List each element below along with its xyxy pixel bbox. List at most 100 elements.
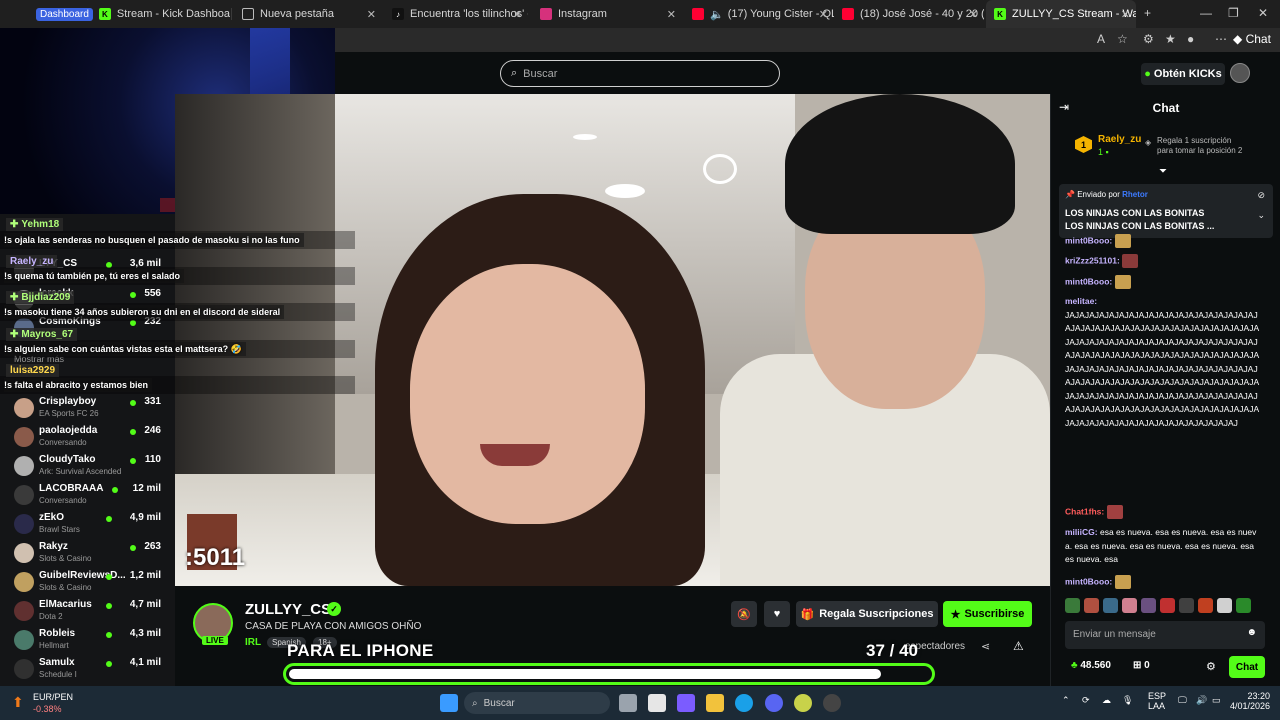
sidebar-channel[interactable]: LACOBRAAA Conversando 12 mil	[0, 481, 175, 510]
taskbar: ⬆ EUR/PEN -0.38% ⌕ Buscar ⌃ ⟳ ☁ 🎙 ESP LAA …	[0, 686, 1280, 720]
emote-icon[interactable]	[1179, 598, 1194, 613]
clock[interactable]: 23:20 4/01/2026	[1228, 691, 1270, 711]
live-dot-icon	[105, 603, 112, 609]
volume-icon[interactable]: 🔊	[1196, 695, 1207, 706]
channel-category: EA Sports FC 26	[39, 409, 99, 418]
battery-icon[interactable]: ▭	[1212, 695, 1221, 706]
emote-icon[interactable]	[1236, 598, 1251, 613]
chat-username[interactable]: mint0Booo:	[1065, 276, 1112, 286]
favorite-star-icon[interactable]: ☆	[1117, 32, 1128, 46]
search-input[interactable]: ⌕ Buscar	[500, 60, 780, 87]
user-avatar[interactable]	[1230, 63, 1250, 83]
channel-name: LACOBRAAA	[39, 483, 104, 494]
extensions-icon[interactable]: ⚙	[1143, 32, 1154, 46]
top-gifter-name[interactable]: Raely_zu	[1098, 134, 1141, 145]
settings-icon[interactable]: ⚙	[1206, 660, 1216, 673]
obten-kicks-button[interactable]: ● Obtén KICKs	[1141, 63, 1225, 85]
chat-message-input[interactable]: Enviar un mensaje ☻	[1065, 621, 1265, 649]
emote-icon[interactable]	[1103, 598, 1118, 613]
emote-icon[interactable]	[1065, 598, 1080, 613]
sidebar-channel[interactable]: Samulx Schedule I 4,1 mil	[0, 655, 175, 684]
file-explorer-icon[interactable]	[706, 694, 724, 712]
close-icon[interactable]: ✕	[819, 8, 828, 21]
new-tab-icon[interactable]: +	[1144, 6, 1151, 20]
chat-username[interactable]: mint0Booo:	[1065, 576, 1112, 586]
sidebar-channel[interactable]: CloudyTako Ark: Survival Ascended 110	[0, 452, 175, 481]
sync-icon[interactable]: ⟳	[1082, 695, 1090, 706]
store-icon[interactable]	[648, 694, 666, 712]
favorites-icon[interactable]: ★	[1165, 32, 1176, 46]
hide-pin-icon[interactable]: ⊘	[1257, 190, 1265, 201]
notifications-off-button[interactable]: 🔕	[731, 601, 757, 627]
tray-chevron-icon[interactable]: ⌃	[1062, 695, 1070, 706]
sidebar-channel[interactable]: GuibelReviewsD... Slots & Casino 1,2 mil	[0, 568, 175, 597]
chat-username[interactable]: kriZzz251101:	[1065, 255, 1120, 265]
close-icon[interactable]: ✕	[513, 8, 522, 21]
window-close-icon[interactable]: ✕	[1258, 6, 1268, 20]
profile-icon[interactable]: ●	[1187, 32, 1194, 46]
filter-icon[interactable]: ⏷	[1159, 166, 1167, 177]
pinned-message[interactable]: 📌 Enviado por Rhetor LOS NINJAS CON LAS …	[1059, 184, 1273, 238]
minimize-icon[interactable]: —	[1200, 6, 1212, 20]
sidebar-channel[interactable]: Robleis Hellmart 4,3 mil	[0, 626, 175, 655]
share-icon[interactable]: ⋖	[981, 640, 990, 653]
language-indicator[interactable]: ESP LAA	[1148, 691, 1166, 711]
ticker-symbol[interactable]: EUR/PEN	[33, 692, 73, 702]
emote-icon[interactable]	[1198, 598, 1213, 613]
tab-youtube-jose-jose[interactable]: (18) José José - 40 y 20 (Video ✕	[834, 0, 984, 28]
streamer-name[interactable]: ZULLYY_CS	[245, 601, 331, 618]
maximize-icon[interactable]: ❐	[1228, 6, 1239, 20]
send-chat-button[interactable]: Chat	[1229, 656, 1265, 678]
network-icon[interactable]: 🖵	[1178, 695, 1187, 706]
chat-username[interactable]: miliiCG:	[1065, 527, 1098, 537]
tab-tiktok[interactable]: ♪ Encuentra 'los tilinchos' en TikTo ✕	[384, 0, 528, 28]
emote-icon[interactable]	[1141, 598, 1156, 613]
gift-subs-button[interactable]: 🎁 Regala Suscripciones	[796, 601, 938, 627]
follow-button[interactable]: ♥	[764, 601, 790, 627]
youtube-icon	[842, 8, 854, 20]
tab-kick-dashboard[interactable]: Dashboard K Stream - Kick Dashboard	[28, 0, 230, 28]
emoji-icon[interactable]: ☻	[1246, 627, 1257, 638]
close-icon[interactable]: ✕	[969, 8, 978, 21]
more-icon[interactable]: ⋯	[1215, 32, 1227, 46]
sidebar-channel[interactable]: zEkO Brawl Stars 4,9 mil	[0, 510, 175, 539]
expand-pin-icon[interactable]: ⌄	[1257, 210, 1265, 221]
cloud-icon[interactable]: ☁	[1102, 695, 1111, 706]
copilot-icon[interactable]	[677, 694, 695, 712]
read-aloud-icon[interactable]: A	[1097, 32, 1105, 46]
channel-points[interactable]: ♣ 48.560	[1071, 660, 1111, 671]
obs-icon[interactable]	[823, 694, 841, 712]
chat-username[interactable]: mint0Booo:	[1065, 235, 1112, 245]
tab-label: Stream - Kick Dashboard	[116, 8, 230, 20]
taskbar-search[interactable]: ⌕ Buscar	[464, 692, 610, 714]
close-icon[interactable]: ✕	[667, 8, 676, 21]
sidebar-channel[interactable]: ElMacarius Dota 2 4,7 mil	[0, 597, 175, 626]
tab-zullyy-stream[interactable]: K ZULLYY_CS Stream - Watch Live ✕	[986, 0, 1136, 28]
tab-youtube-young-cister[interactable]: 🔈 (17) Young Cister - QLOO* ✕	[684, 0, 834, 28]
chat-username[interactable]: melitae:	[1065, 296, 1097, 306]
app-icon[interactable]	[794, 694, 812, 712]
tab-instagram[interactable]: Instagram ✕	[532, 0, 682, 28]
discord-icon[interactable]	[765, 694, 783, 712]
emote-icon[interactable]	[1084, 598, 1099, 613]
close-icon[interactable]: ✕	[1121, 8, 1130, 21]
subscribe-button[interactable]: ★ Suscribirse	[943, 601, 1032, 627]
report-icon[interactable]: ⚠	[1013, 639, 1024, 653]
close-icon[interactable]: ✕	[367, 8, 376, 21]
copilot-chat-button[interactable]: ◆ Chat	[1233, 32, 1271, 46]
emote-icon[interactable]	[1122, 598, 1137, 613]
gift-count[interactable]: ⊞ 0	[1133, 660, 1150, 671]
chat-message: miliiCG: esa es nueva. esa es nueva. esa…	[1065, 526, 1261, 567]
chat-username[interactable]: Chat1fhs:	[1065, 506, 1104, 516]
emote-icon[interactable]	[1217, 598, 1232, 613]
tab-nueva-pestana[interactable]: Nueva pestaña ✕	[234, 0, 382, 28]
sidebar-channel[interactable]: Crisplayboy EA Sports FC 26 331	[0, 394, 175, 423]
edge-icon[interactable]	[735, 694, 753, 712]
mic-icon[interactable]: 🎙	[1122, 695, 1133, 706]
sidebar-channel[interactable]: Rakyz Slots & Casino 263	[0, 539, 175, 568]
emote-icon[interactable]	[1160, 598, 1175, 613]
sidebar-channel[interactable]: paolaojedda Conversando 246	[0, 423, 175, 452]
task-view-icon[interactable]	[619, 694, 637, 712]
stream-category[interactable]: IRL	[245, 637, 261, 648]
windows-start-icon[interactable]	[440, 694, 458, 712]
